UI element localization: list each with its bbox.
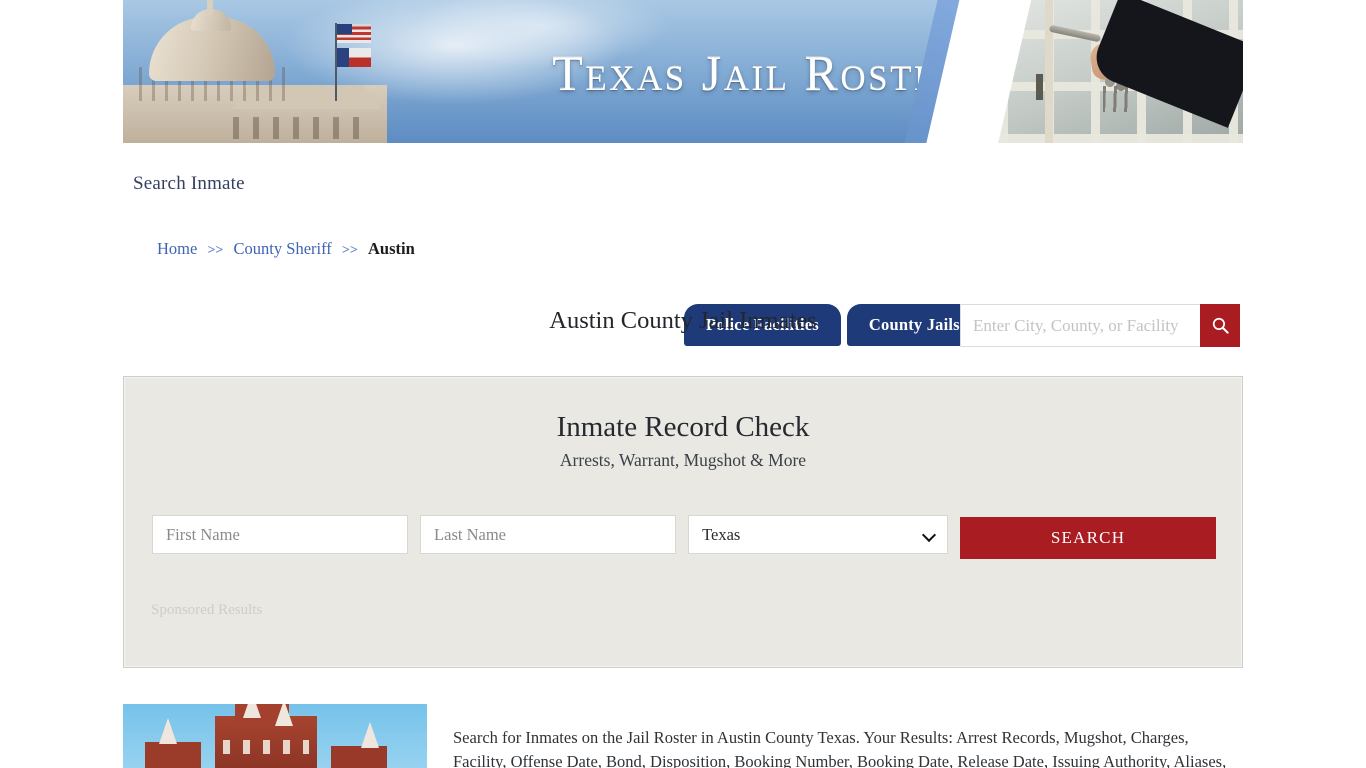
header-bar: Search Inmate Police Facilities County J… (0, 143, 1366, 347)
search-submit-button[interactable]: SEARCH (960, 517, 1216, 559)
inmate-search-form: Texas SEARCH (152, 515, 1216, 559)
state-select[interactable]: Texas (688, 515, 949, 554)
panel-subheading: Arrests, Warrant, Mugshot & More (559, 450, 807, 470)
inmate-search-panel: Inmate Record Check Arrests, Warrant, Mu… (123, 376, 1243, 668)
page-root: Texas Jail Roster Search Inmate Police F… (0, 0, 1366, 768)
page-title: Austin County Jail Inmates (549, 307, 817, 335)
breadcrumb-current: Austin (368, 239, 415, 258)
breadcrumb-separator-1: >> (207, 243, 224, 258)
site-brand: Search Inmate (133, 173, 245, 194)
site-banner: Texas Jail Roster (123, 0, 1243, 143)
courthouse-thumbnail[interactable] (123, 704, 427, 768)
sponsored-results-label: Sponsored Results (151, 602, 263, 618)
breadcrumb: Home >> County Sheriff >> Austin (157, 239, 415, 259)
state-select-wrapper: Texas (688, 515, 949, 554)
first-name-input[interactable] (152, 515, 409, 554)
breadcrumb-separator-2: >> (341, 243, 358, 258)
breadcrumb-home[interactable]: Home (157, 239, 197, 258)
page-description: Search for Inmates on the Jail Roster in… (453, 727, 1227, 768)
breadcrumb-county-sheriff[interactable]: County Sheriff (234, 239, 332, 258)
panel-heading: Inmate Record Check (556, 411, 810, 443)
last-name-input[interactable] (420, 515, 677, 554)
